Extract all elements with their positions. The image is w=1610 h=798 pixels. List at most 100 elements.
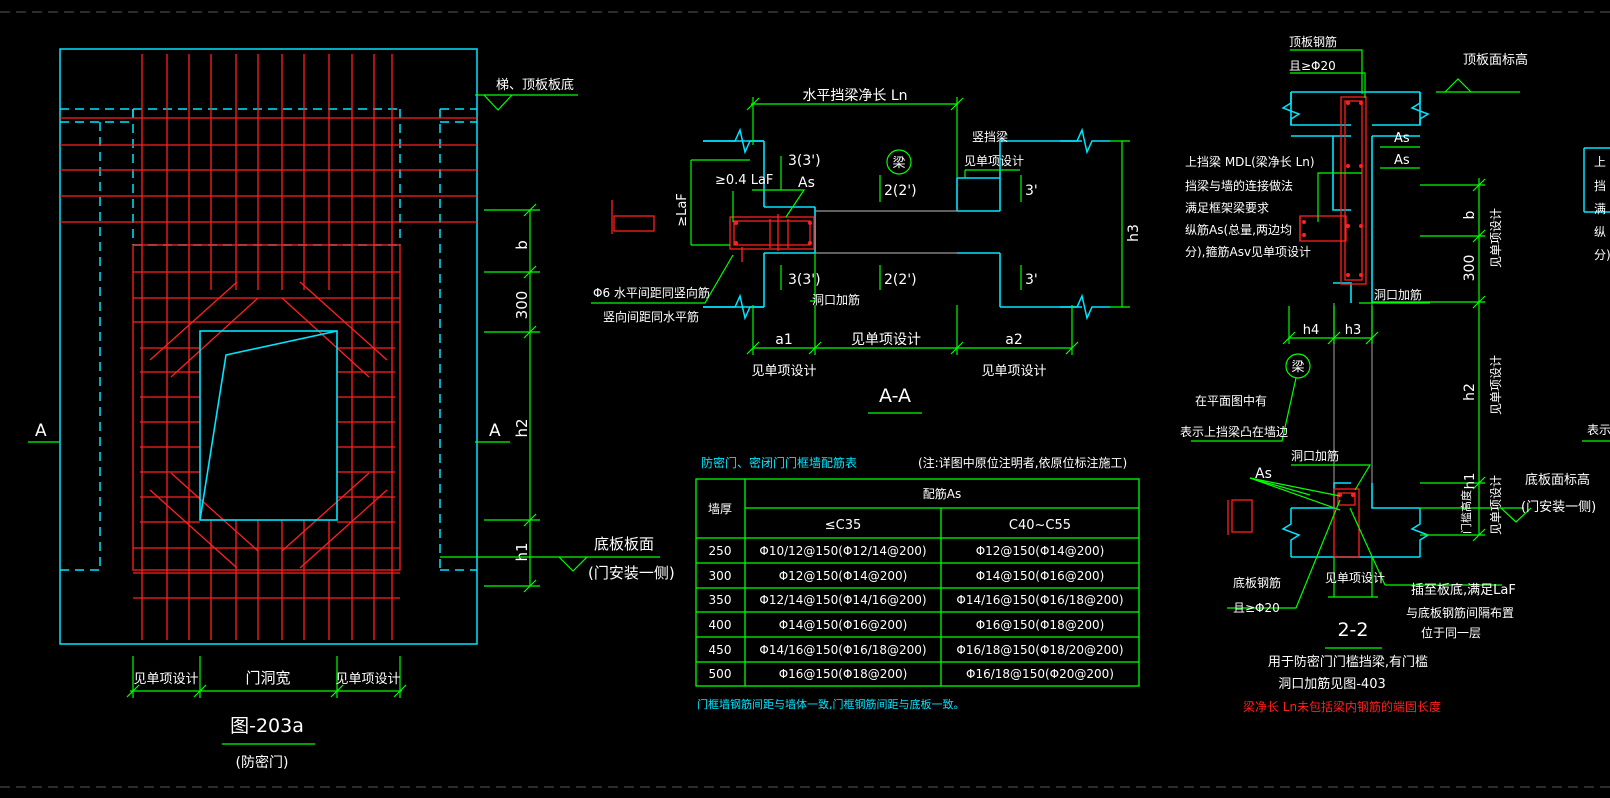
dim-300-label: 300 (513, 291, 531, 320)
s22-dim-h2-note: 见单项设计 (1489, 355, 1503, 415)
aa-dim-a1: a1 (775, 332, 793, 348)
aa-label-33-top: 3(3') (788, 153, 821, 169)
aa-top-dim: 水平挡梁净长 Ln (802, 88, 907, 104)
dim-left-label: 见单项设计 (133, 672, 198, 687)
aa-label-phi6-2: 竖向间距同水平筋 (603, 309, 699, 324)
table-col-as: 配筋As (923, 486, 961, 501)
s22-dim-h1-note: 见单项设计 (1489, 475, 1503, 535)
table-cell-wall: 500 (709, 667, 732, 681)
s22-h4: h4 (1303, 323, 1320, 338)
aa-label-h3: h3 (1126, 224, 1142, 242)
s22-beam-note-4: 纵筋As(总量,两边均 (1185, 222, 1292, 237)
table-title: 防密门、密闭门门框墙配筋表 (701, 455, 857, 470)
table-cell-wall: 350 (709, 593, 732, 607)
aa-label-vert-1: 竖挡梁 (972, 129, 1008, 144)
aa-label-opening: 洞口加筋 (812, 292, 860, 307)
table-cell-c40: Φ14@150(Φ16@200) (976, 569, 1105, 583)
aa-label-phi6-1: Φ6 水平间距同竖向筋 (593, 285, 710, 300)
aa-dim-bot-right: 见单项设计 (981, 364, 1046, 379)
s22-caption-2: 洞口加筋见图-403 (1278, 676, 1386, 692)
edge-text-6: 表示 (1587, 423, 1610, 437)
s22-beam-note-2: 挡梁与墙的连接做法 (1185, 178, 1293, 193)
aa-label-22-bot: 2(2') (884, 272, 917, 288)
table-cell-c40: Φ16@150(Φ18@200) (976, 618, 1105, 632)
s22-dim-h1: h1 (1463, 473, 1478, 490)
s22-opening: 洞口加筋 (1374, 287, 1422, 302)
table-cell-wall: 250 (709, 544, 732, 558)
aa-dim-bot-left: 见单项设计 (751, 364, 816, 379)
s22-beam-note-5: 分),箍筋Asv见单项设计 (1185, 244, 1311, 259)
s22-bot-steel-1: 底板钢筋 (1233, 575, 1281, 590)
table-cell-c40: Φ16/18@150(Φ18/20@200) (956, 643, 1123, 657)
table-footnote: 门框墙钢筋间距与墙体一致,门框钢筋间距与底板一致。 (697, 697, 965, 711)
edge-text-1: 上 (1594, 155, 1606, 169)
s22-top-steel-2: 且≥Φ20 (1289, 59, 1336, 73)
aa-title: A-A (879, 385, 911, 407)
table-cell-c35: Φ12/14@150(Φ14/16@200) (759, 593, 926, 607)
table-cell-wall: 300 (709, 569, 732, 583)
edge-text-2: 挡 (1594, 179, 1606, 193)
table-cell-wall: 400 (709, 618, 732, 632)
bottom-elevation-label-1: 底板板面 (594, 535, 654, 553)
s22-as-1: As (1394, 131, 1410, 146)
s22-door-height: 门槛高度 (1459, 490, 1473, 534)
aa-label-vert-2: 见单项设计 (964, 154, 1024, 168)
table-cell-c35: Φ16@150(Φ18@200) (779, 667, 908, 681)
s22-bottom-elev-1: 底板面标高 (1525, 472, 1590, 488)
dim-mid-label: 门洞宽 (245, 669, 290, 687)
dim-right-label: 见单项设计 (335, 672, 400, 687)
table-cell-c40: Φ16/18@150(Φ20@200) (966, 667, 1114, 681)
figure-number: 图-203a (230, 715, 304, 737)
s22-sill-dim: 见单项设计 (1325, 571, 1385, 585)
s22-plan-note-2: 表示上挡梁凸在墙边 (1180, 424, 1288, 439)
s22-dim-b-note: 见单项设计 (1489, 208, 1503, 268)
aa-label-3p-bot: 3' (1025, 272, 1038, 288)
s22-beam-note-1: 上挡梁 MDL(梁净长 Ln) (1185, 154, 1315, 169)
s22-bot-steel-2: 且≥Φ20 (1233, 601, 1280, 615)
table-cell-c40: Φ12@150(Φ14@200) (976, 544, 1105, 558)
section-a-right: A (489, 421, 501, 441)
dim-b-label: b (513, 240, 531, 250)
aa-label-laf: ≥LaF (675, 193, 690, 227)
s22-dim-300: 300 (1462, 255, 1478, 282)
aa-dim-mid: 见单项设计 (851, 332, 921, 348)
s22-anchor-1: 插至板底,满足LaF (1411, 582, 1516, 598)
table-cell-c40: Φ14/16@150(Φ16/18@200) (956, 593, 1123, 607)
table-note: (注:详图中原位注明者,依原位标注施工) (918, 455, 1127, 470)
table-cell-wall: 450 (709, 643, 732, 657)
aa-label-04laf: ≥0.4 LaF (715, 173, 773, 188)
s22-dim-b: b (1462, 210, 1478, 219)
bottom-elevation-label-2: (门安装一侧) (588, 564, 675, 582)
table-cell-c35: Φ10/12@150(Φ12/14@200) (759, 544, 926, 558)
edge-text-4: 纵 (1594, 225, 1606, 239)
s22-h3: h3 (1345, 323, 1362, 338)
dim-h2-label: h2 (513, 418, 531, 437)
table-col-c35: ≤C35 (825, 518, 862, 533)
s22-dim-h2: h2 (1462, 383, 1478, 401)
s22-caption-1: 用于防密门门槛挡梁,有门槛 (1268, 654, 1428, 670)
aa-label-33-bot: 3(3') (788, 272, 821, 288)
aa-label-3p-top: 3' (1025, 183, 1038, 199)
section-a-left: A (35, 421, 47, 441)
edge-text-5: 分) (1594, 248, 1610, 262)
table-col-wall: 墙厚 (708, 502, 732, 516)
s22-beam-note-3: 满足框架梁要求 (1185, 200, 1269, 215)
s22-plan-note-1: 在平面图中有 (1195, 393, 1267, 408)
s22-top-elev: 顶板面标高 (1463, 52, 1528, 68)
s22-anchor-3: 位于同一层 (1421, 625, 1481, 640)
table-cell-c35: Φ14/16@150(Φ16/18@200) (759, 643, 926, 657)
aa-label-as: As (798, 175, 815, 191)
s22-as-low: As (1255, 466, 1272, 482)
cad-drawing-canvas[interactable]: b 300 h2 h1 梯、顶板板底 底板板面 (门安装一侧) A A 见单项设… (0, 0, 1610, 798)
aa-beam-mark: 梁 (892, 156, 905, 171)
edge-text-3: 满 (1594, 202, 1606, 216)
dim-h1-label: h1 (513, 542, 531, 561)
s22-anchor-2: 与底板钢筋间隔布置 (1406, 605, 1514, 620)
aa-label-22-top: 2(2') (884, 183, 917, 199)
s22-opening-2: 洞口加筋 (1291, 448, 1339, 463)
table-col-c40: C40~C55 (1009, 518, 1071, 533)
table-cell-c35: Φ14@150(Φ16@200) (779, 618, 908, 632)
table-cell-c35: Φ12@150(Φ14@200) (779, 569, 908, 583)
s22-as-2: As (1394, 153, 1410, 168)
s22-bottom-elev-2: (门安装一侧) (1521, 500, 1596, 515)
